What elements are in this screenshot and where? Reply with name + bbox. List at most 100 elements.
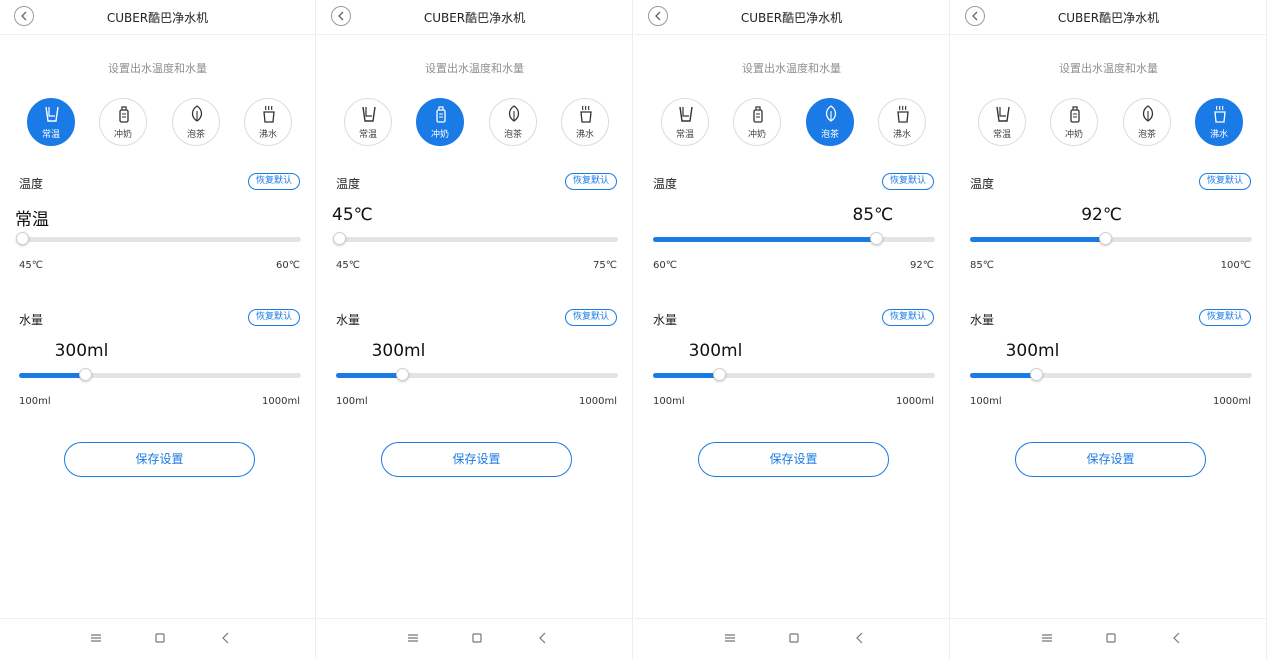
- temperature-reset-button[interactable]: 恢复默认: [1199, 173, 1251, 190]
- screen-panel: CUBER酷巴净水机 设置出水温度和水量 常温 冲奶 泡茶 沸水 温度 恢复默认…: [317, 0, 633, 659]
- temperature-reset-button[interactable]: 恢复默认: [565, 173, 617, 190]
- boiling-water-icon: [894, 104, 912, 124]
- volume-reset-button[interactable]: 恢复默认: [248, 309, 300, 326]
- temperature-slider[interactable]: [333, 232, 618, 245]
- menu-button[interactable]: [406, 631, 420, 645]
- menu-lines-icon: [91, 634, 101, 642]
- volume-value: 300ml: [1005, 341, 1060, 361]
- temperature-value: 常温: [15, 210, 49, 230]
- volume-slider-thumb[interactable]: [712, 368, 726, 381]
- volume-reset-button[interactable]: 恢复默认: [882, 309, 934, 326]
- mode-tea-button[interactable]: 泡茶: [806, 98, 854, 146]
- tea-leaf-icon: [822, 104, 840, 124]
- back-arrow-icon: [1173, 632, 1180, 644]
- mode-tea-button[interactable]: 泡茶: [172, 98, 220, 146]
- save-settings-button[interactable]: 保存设置: [381, 442, 572, 477]
- system-back-button[interactable]: [1170, 631, 1184, 645]
- mode-milk-button[interactable]: 冲奶: [733, 98, 781, 146]
- volume-slider[interactable]: [336, 368, 618, 381]
- subtitle: 设置出水温度和水量: [108, 62, 207, 75]
- mode-normal-temp-button[interactable]: 常温: [661, 98, 709, 146]
- temperature-reset-button[interactable]: 恢复默认: [882, 173, 934, 190]
- temperature-label: 温度: [653, 177, 678, 191]
- menu-button[interactable]: [1040, 631, 1054, 645]
- mode-boiling-button[interactable]: 沸水: [561, 98, 609, 146]
- menu-lines-icon: [408, 634, 418, 642]
- temperature-slider-thumb[interactable]: [16, 232, 29, 245]
- home-button[interactable]: [1104, 631, 1118, 645]
- mode-normal-temp-button[interactable]: 常温: [978, 98, 1026, 146]
- volume-slider[interactable]: [19, 368, 301, 381]
- mode-normal-temp-button[interactable]: 常温: [27, 98, 75, 146]
- mode-milk-button[interactable]: 冲奶: [416, 98, 464, 146]
- mode-label: 泡茶: [820, 130, 839, 140]
- mode-label: 冲奶: [113, 130, 132, 140]
- mode-selector: 常温 冲奶 泡茶 沸水: [634, 98, 950, 146]
- volume-slider-thumb[interactable]: [1029, 368, 1043, 381]
- home-button[interactable]: [153, 631, 167, 645]
- system-back-button[interactable]: [219, 631, 233, 645]
- home-button[interactable]: [787, 631, 801, 645]
- screen-panel: CUBER酷巴净水机 设置出水温度和水量 常温 冲奶 泡茶 沸水 温度 恢复默认…: [634, 0, 950, 659]
- temperature-slider-thumb[interactable]: [1098, 232, 1112, 245]
- mode-label: 沸水: [575, 130, 594, 140]
- home-button[interactable]: [470, 631, 484, 645]
- temperature-slider-thumb[interactable]: [869, 232, 883, 245]
- temperature-slider[interactable]: [970, 232, 1252, 245]
- mode-boiling-button[interactable]: 沸水: [1195, 98, 1243, 146]
- system-back-button[interactable]: [853, 631, 867, 645]
- mode-label: 泡茶: [503, 130, 522, 140]
- volume-slider[interactable]: [970, 368, 1252, 381]
- volume-slider-thumb[interactable]: [395, 368, 409, 381]
- temperature-slider[interactable]: [653, 232, 935, 245]
- volume-slider-fill: [336, 373, 399, 378]
- mode-boiling-button[interactable]: 沸水: [244, 98, 292, 146]
- mode-boiling-button[interactable]: 沸水: [878, 98, 926, 146]
- mode-tea-button[interactable]: 泡茶: [1123, 98, 1171, 146]
- mode-label: 冲奶: [747, 130, 766, 140]
- mode-label: 常温: [675, 130, 694, 140]
- menu-button[interactable]: [89, 631, 103, 645]
- system-nav-bar: [634, 618, 949, 660]
- mode-label: 冲奶: [430, 130, 449, 140]
- volume-label: 水量: [19, 313, 44, 327]
- mode-label: 沸水: [1209, 130, 1228, 140]
- volume-reset-button[interactable]: 恢复默认: [565, 309, 617, 326]
- header: CUBER酷巴净水机: [634, 0, 949, 35]
- mode-normal-temp-button[interactable]: 常温: [344, 98, 392, 146]
- volume-label: 水量: [653, 313, 678, 327]
- subtitle: 设置出水温度和水量: [742, 62, 841, 75]
- page-title: CUBER酷巴净水机: [740, 11, 843, 25]
- tea-leaf-icon: [1139, 104, 1157, 124]
- temperature-max-label: 60℃: [276, 260, 300, 271]
- menu-lines-icon: [725, 634, 735, 642]
- save-settings-button[interactable]: 保存设置: [64, 442, 255, 477]
- mode-tea-button[interactable]: 泡茶: [489, 98, 537, 146]
- menu-button[interactable]: [723, 631, 737, 645]
- temperature-label: 温度: [336, 177, 361, 191]
- system-back-button[interactable]: [536, 631, 550, 645]
- temperature-reset-button[interactable]: 恢复默认: [248, 173, 300, 190]
- tea-leaf-icon: [188, 104, 206, 124]
- tea-leaf-icon: [505, 104, 523, 124]
- volume-slider-thumb[interactable]: [78, 368, 92, 381]
- volume-slider-fill: [19, 373, 82, 378]
- save-settings-button[interactable]: 保存设置: [1015, 442, 1206, 477]
- mode-milk-button[interactable]: 冲奶: [1050, 98, 1098, 146]
- mode-milk-button[interactable]: 冲奶: [99, 98, 147, 146]
- back-arrow-icon: [222, 632, 229, 644]
- volume-reset-button[interactable]: 恢复默认: [1199, 309, 1251, 326]
- temperature-min-label: 85℃: [970, 260, 994, 271]
- volume-max-label: 1000ml: [896, 396, 934, 407]
- temperature-slider[interactable]: [16, 232, 301, 245]
- save-settings-button[interactable]: 保存设置: [698, 442, 889, 477]
- mode-selector: 常温 冲奶 泡茶 沸水: [317, 98, 633, 146]
- temperature-slider-thumb[interactable]: [333, 232, 346, 245]
- volume-slider[interactable]: [653, 368, 935, 381]
- volume-label: 水量: [336, 313, 361, 327]
- subtitle: 设置出水温度和水量: [1059, 62, 1158, 75]
- temperature-max-label: 75℃: [593, 260, 617, 271]
- mode-label: 泡茶: [1137, 130, 1156, 140]
- header: CUBER酷巴净水机: [317, 0, 632, 35]
- volume-value: 300ml: [54, 341, 109, 361]
